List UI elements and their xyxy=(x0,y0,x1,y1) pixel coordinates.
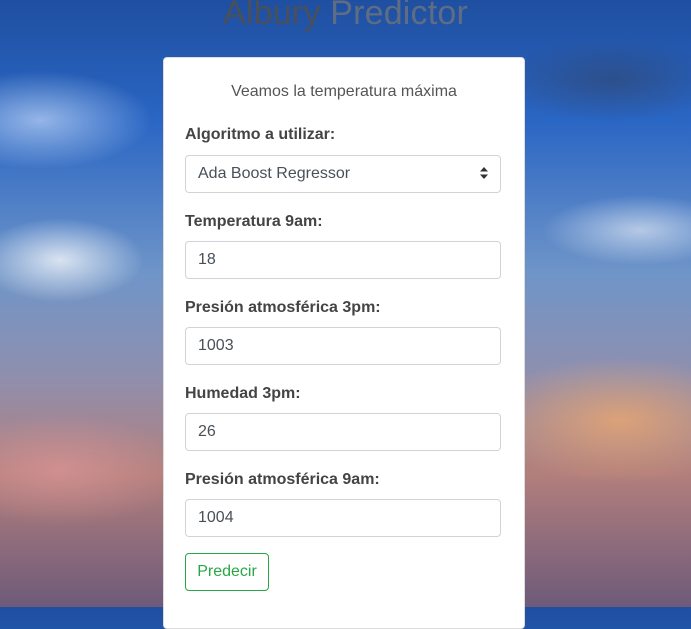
pressure-3pm-input[interactable]: 1003 xyxy=(185,327,501,365)
humidity-3pm-label: Humedad 3pm: xyxy=(185,385,301,402)
algorithm-label: Algoritmo a utilizar: xyxy=(185,126,336,143)
up-down-chevron-icon xyxy=(480,167,488,179)
title-part-2: Predictor xyxy=(330,0,469,32)
pressure-9am-input[interactable]: 1004 xyxy=(185,499,501,537)
pressure-9am-label: Presión atmosférica 9am: xyxy=(185,471,380,488)
form-subtitle: Veamos la temperatura máxima xyxy=(231,83,457,100)
pressure-3pm-label: Presión atmosférica 3pm: xyxy=(185,299,381,316)
algorithm-selected-value: Ada Boost Regressor xyxy=(198,165,351,182)
page-title: Albury Predictor xyxy=(0,0,691,33)
title-part-1: Albury xyxy=(222,0,321,32)
prediction-form-card: Veamos la temperatura máxima Algoritmo a… xyxy=(163,57,525,629)
predict-button[interactable]: Predecir xyxy=(185,553,269,591)
algorithm-select[interactable]: Ada Boost Regressor xyxy=(185,155,501,193)
temp-9am-label: Temperatura 9am: xyxy=(185,213,323,230)
humidity-3pm-input[interactable]: 26 xyxy=(185,413,501,451)
temp-9am-input[interactable]: 18 xyxy=(185,241,501,279)
